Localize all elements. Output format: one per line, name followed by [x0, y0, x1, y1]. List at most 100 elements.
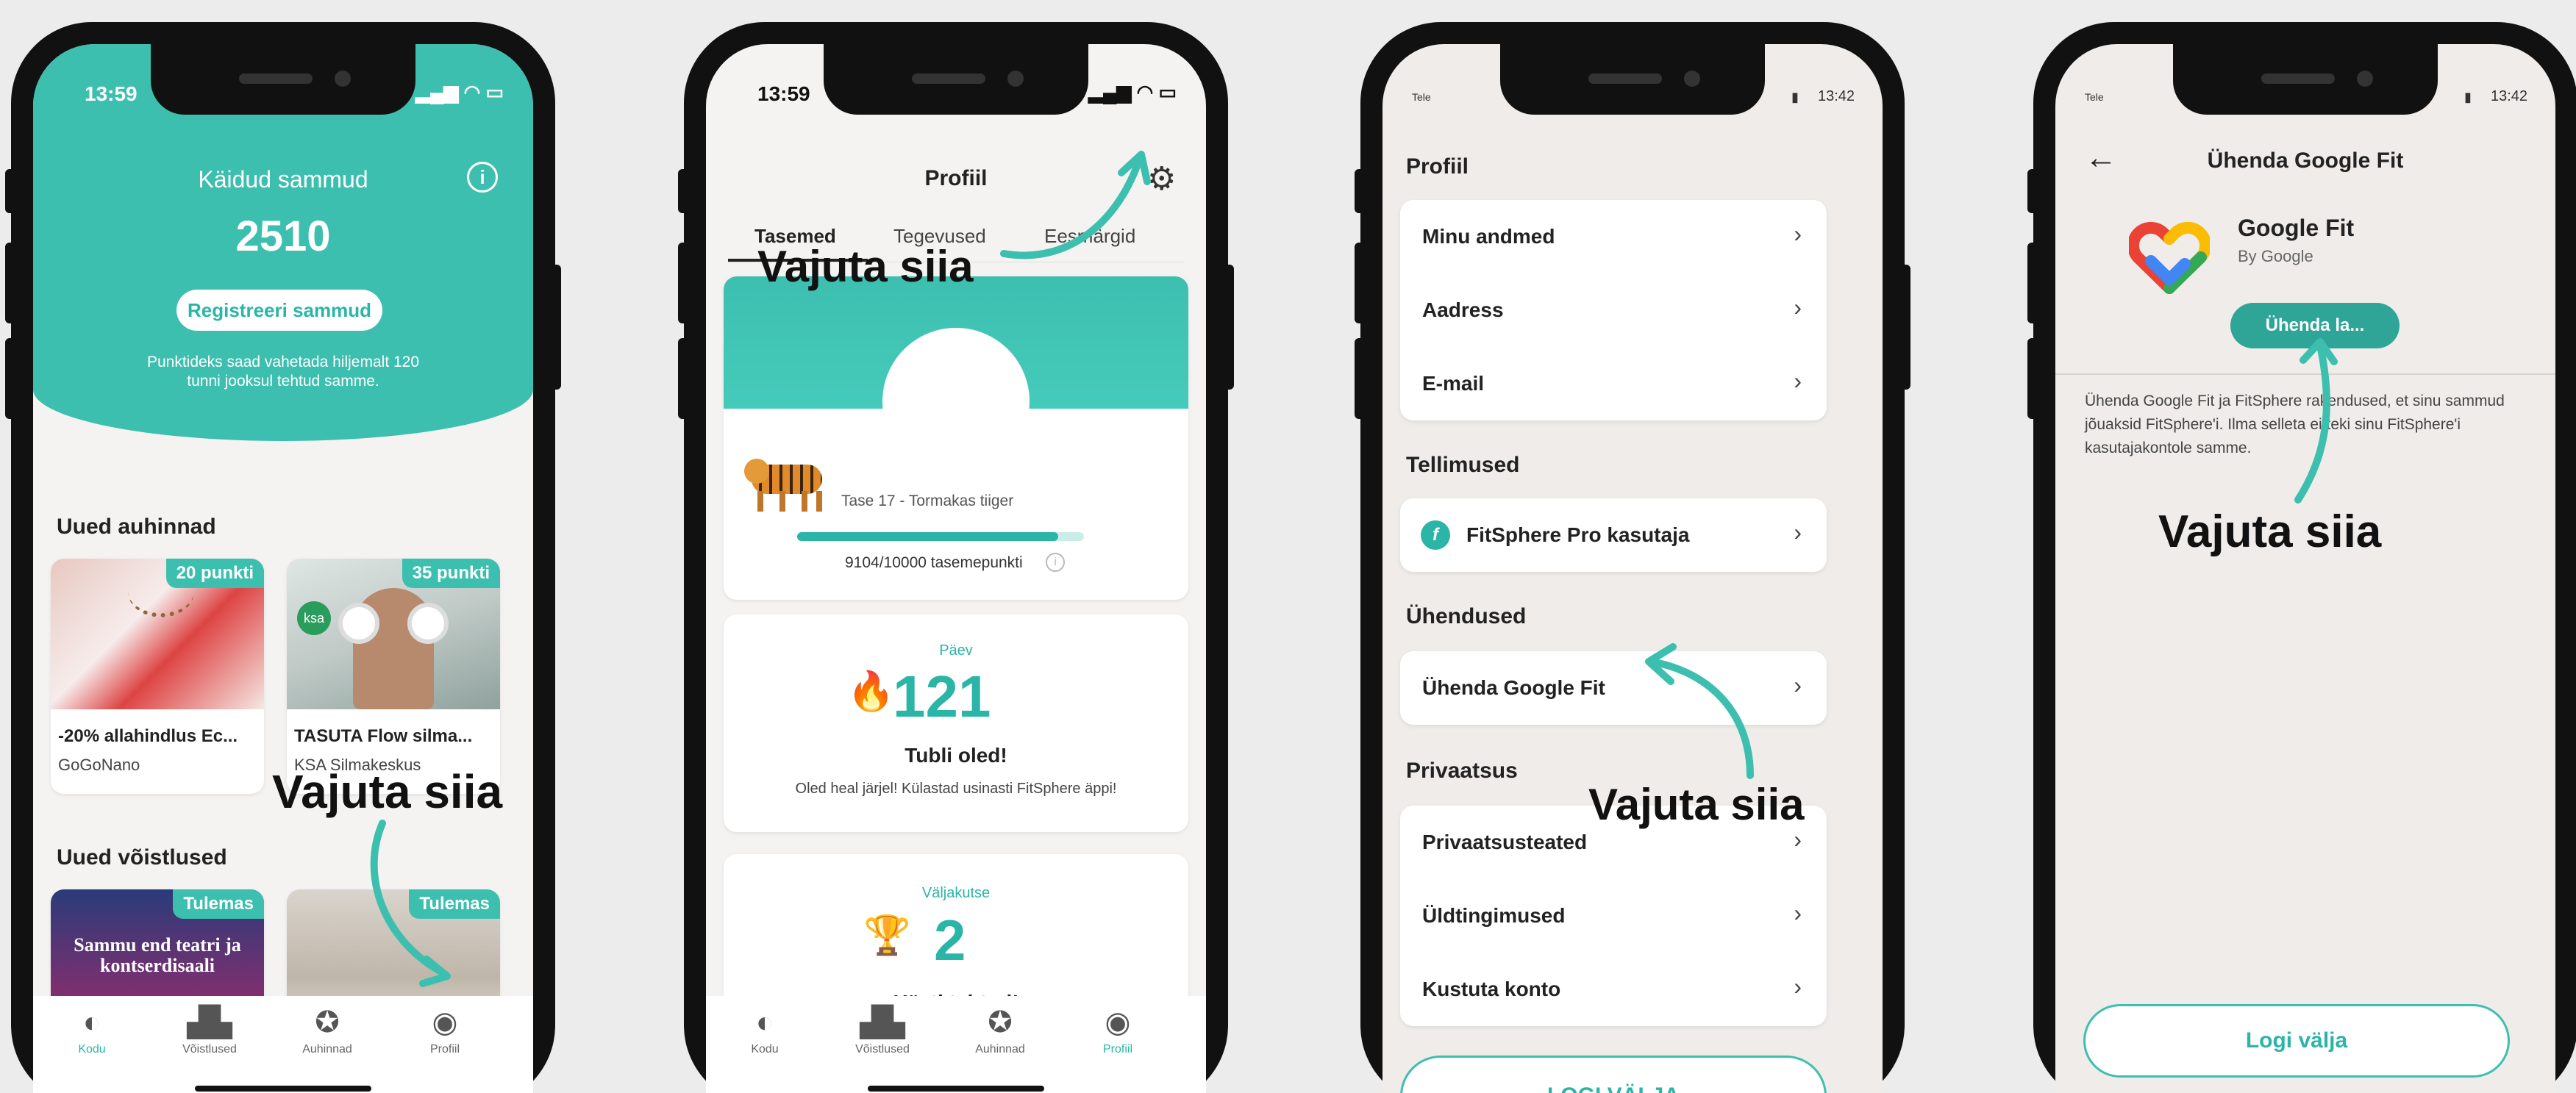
medal-icon: ✪ — [988, 1006, 1013, 1039]
level-card: Tase 17 - Tormakas tiiger 9104/10000 tas… — [724, 276, 1188, 600]
phone-home: 13:59 ▂▄▆ ◠ ▭ Käidud sammud i 2510 Regis… — [5, 22, 561, 1093]
nav-competitions[interactable]: ▟▙ Võistlused — [838, 1008, 927, 1056]
day-count: 121 — [893, 664, 991, 729]
profile-icon: ◉ — [432, 1006, 458, 1039]
nav-rewards[interactable]: ✪ Auhinnad — [283, 1008, 371, 1056]
callout-arrow — [2294, 338, 2338, 504]
leaf-icon: ◐ — [82, 1006, 101, 1039]
nav-profile[interactable]: ◉ Profiil — [1074, 1008, 1162, 1056]
status-time: 13:42 — [1818, 88, 1855, 104]
header-title: Käidud sammud — [198, 166, 368, 193]
status-badge: Tulemas — [173, 889, 264, 919]
info-icon[interactable]: i — [1046, 553, 1065, 572]
callout-arrow — [1000, 151, 1151, 259]
register-steps-button[interactable]: Registreeri sammud — [176, 290, 382, 331]
chevron-right-icon: › — [1794, 368, 1802, 394]
reward-title: -20% allahindlus Ec... — [58, 726, 238, 746]
chevron-right-icon: › — [1794, 973, 1802, 1000]
level-name: Tase 17 - Tormakas tiiger — [841, 492, 1014, 509]
day-subtitle: Oled heal järjel! Külastad usinasti FitS… — [795, 781, 1117, 797]
chevron-right-icon: › — [1794, 519, 1802, 545]
rewards-title: Uued auhinnad — [57, 515, 216, 539]
challenge-count: 2 — [934, 908, 966, 972]
callout-arrow — [1645, 643, 1754, 779]
profile-section-title: Profiil — [1406, 154, 1469, 179]
app-publisher: By Google — [2238, 247, 2313, 265]
nav-home[interactable]: ◐ Kodu — [48, 1008, 136, 1056]
orders-section-title: Tellimused — [1406, 453, 1520, 477]
nav-home[interactable]: ◐ Kodu — [721, 1008, 809, 1056]
reward-title: TASUTA Flow silma... — [294, 726, 473, 746]
connections-section-title: Ühendused — [1406, 604, 1527, 628]
bottom-nav: ◐ Kodu ▟▙ Võistlused ✪ Auhinnad ◉ Profiil — [706, 996, 1206, 1093]
reward-vendor: GoGoNano — [58, 756, 140, 774]
profile-icon: ◉ — [1105, 1006, 1131, 1039]
chevron-right-icon: › — [1794, 221, 1802, 247]
info-icon[interactable]: i — [467, 162, 498, 193]
callout-tap-here: Vajuta siia — [1588, 780, 1805, 829]
day-title: Tubli oled! — [905, 744, 1007, 767]
level-progress-fill — [797, 532, 1059, 541]
day-label: Päev — [939, 642, 973, 659]
row-email[interactable]: E-mail › — [1400, 347, 1827, 420]
google-fit-logo-icon — [2127, 221, 2212, 294]
battery-icon: ▮ — [1791, 90, 1799, 104]
ksa-logo: ksa — [297, 601, 331, 635]
privacy-section-title: Privaatsus — [1406, 759, 1518, 783]
row-delete-account[interactable]: Kustuta konto › — [1400, 953, 1827, 1026]
logout-button[interactable]: LOGI VÄLJA — [1400, 1056, 1827, 1093]
status-carrier: Tele — [1412, 91, 1431, 103]
avatar — [882, 328, 1030, 475]
row-address[interactable]: Aadress › — [1400, 273, 1827, 347]
nav-rewards[interactable]: ✪ Auhinnad — [956, 1008, 1044, 1056]
status-icons: ▂▄▆ ◠ ▭ — [415, 81, 504, 103]
nav-competitions[interactable]: ▟▙ Võistlused — [165, 1008, 254, 1056]
callout-tap-here: Vajuta siia — [2158, 506, 2382, 557]
fitsphere-logo-icon: f — [1421, 520, 1450, 550]
bottom-nav: ◐ Kodu ▟▙ Võistlused ✪ Auhinnad ◉ Profiil — [33, 996, 533, 1093]
status-time: 13:59 — [85, 82, 138, 105]
trophy-icon: 🏆 — [863, 914, 911, 957]
points-badge: 35 punkti — [402, 559, 500, 588]
page-title: Ühenda Google Fit — [2207, 148, 2404, 173]
challenge-label: Väljakutse — [921, 885, 991, 901]
day-streak-card: Päev 🔥 121 Tubli oled! Oled heal järjel!… — [724, 614, 1188, 832]
nav-profile[interactable]: ◉ Profiil — [401, 1008, 489, 1056]
battery-icon: ▮ — [2464, 90, 2472, 104]
row-my-data[interactable]: Minu andmed › — [1400, 200, 1827, 273]
google-fit-screen: Tele 13:42 ▮ ← Ühenda Google Fit Google … — [2055, 44, 2555, 1093]
points-badge: 20 punkti — [165, 559, 264, 588]
tiger-icon — [744, 459, 832, 513]
glasses-image — [338, 603, 449, 644]
settings-screen: Tele 13:42 ▮ Profiil Minu andmed › Aadres… — [1382, 44, 1883, 1093]
status-time: 13:42 — [2491, 88, 2528, 104]
status-icons: ▂▄▆ ◠ ▭ — [1088, 81, 1177, 103]
callout-tap-here: Vajuta siia — [272, 765, 503, 818]
chevron-right-icon: › — [1794, 294, 1802, 320]
row-terms[interactable]: Üldtingimused › — [1400, 879, 1827, 953]
reward-card[interactable]: ksa 35 punkti TASUTA Flow silma... KSA S… — [287, 559, 500, 794]
fire-icon: 🔥 — [847, 670, 895, 713]
chevron-right-icon: › — [1794, 826, 1802, 853]
chevron-right-icon: › — [1794, 672, 1802, 698]
challenges-title: Uued võistlused — [57, 845, 227, 870]
reward-card[interactable]: 20 punkti -20% allahindlus Ec... GoGoNan… — [51, 559, 264, 794]
chevron-right-icon: › — [1794, 900, 1802, 926]
callout-tap-here: Vajuta siia — [757, 242, 974, 291]
leaf-icon: ◐ — [755, 1006, 774, 1039]
level-progress-text: 9104/10000 tasemepunkti — [845, 554, 1023, 571]
medal-icon: ✪ — [315, 1006, 340, 1039]
app-name: Google Fit — [2238, 215, 2355, 241]
status-carrier: Tele — [2085, 91, 2104, 103]
podium-icon: ▟▙ — [860, 1006, 905, 1039]
level-progress-track — [797, 532, 1084, 541]
challenge-image-text: Sammu end teatri ja kontserdisaali — [74, 934, 241, 976]
podium-icon: ▟▙ — [187, 1006, 232, 1039]
callout-arrow — [370, 820, 451, 987]
steps-count: 2510 — [235, 212, 331, 260]
steps-note: Punktideks saad vahetada hiljemalt 120 t… — [146, 354, 420, 390]
status-time: 13:59 — [757, 82, 810, 105]
phone-settings: Tele 13:42 ▮ Profiil Minu andmed › Aadres… — [1355, 22, 1910, 1093]
row-fitsphere-pro[interactable]: f FitSphere Pro kasutaja › — [1400, 498, 1827, 572]
logout-button[interactable]: Logi välja — [2083, 1004, 2510, 1078]
